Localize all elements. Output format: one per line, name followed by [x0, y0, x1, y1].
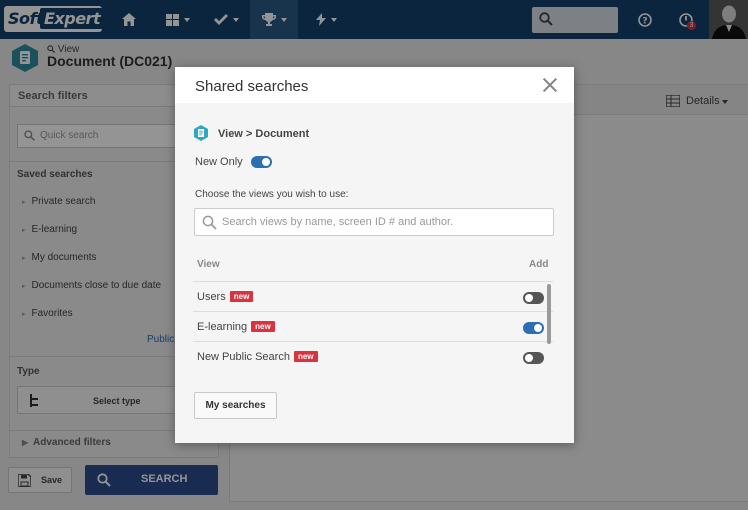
dialog-breadcrumb: View > Document — [218, 128, 310, 140]
column-header-add: Add — [529, 259, 549, 270]
new-badge: new — [293, 351, 318, 362]
close-icon[interactable] — [541, 76, 559, 94]
view-row-label: New Public Search new — [197, 351, 318, 363]
list-scrollbar[interactable] — [547, 284, 551, 344]
new-only-toggle[interactable] — [251, 156, 272, 168]
choose-views-label: Choose the views you wish to use: — [195, 189, 349, 200]
dialog-header: Shared searches — [175, 67, 574, 103]
view-row-label: E-learning new — [197, 321, 275, 333]
views-search-field[interactable] — [194, 208, 554, 236]
my-searches-button[interactable]: My searches — [194, 392, 277, 419]
new-badge: new — [229, 291, 254, 302]
search-icon — [202, 215, 217, 230]
column-header-view: View — [197, 259, 220, 270]
document-icon — [194, 125, 208, 141]
view-row-new-public-search: New Public Search new — [193, 341, 553, 371]
new-badge: new — [251, 321, 275, 332]
new-only-label: New Only — [195, 156, 243, 168]
view-row-elearning: E-learning new — [193, 311, 553, 341]
my-searches-label: My searches — [205, 400, 266, 411]
view-name: Users — [197, 291, 226, 303]
view-name: New Public Search — [197, 351, 290, 363]
view-row-users: Users new — [193, 281, 553, 311]
add-view-toggle-new-public-search[interactable] — [523, 352, 544, 364]
add-view-toggle-elearning[interactable] — [523, 322, 544, 334]
dialog-title: Shared searches — [195, 78, 309, 95]
shared-searches-dialog: Shared searches View > Document New Only… — [175, 67, 574, 443]
views-search-input[interactable] — [222, 214, 547, 230]
add-view-toggle-users[interactable] — [523, 292, 544, 304]
view-row-label: Users new — [197, 291, 254, 303]
view-name: E-learning — [197, 321, 248, 333]
